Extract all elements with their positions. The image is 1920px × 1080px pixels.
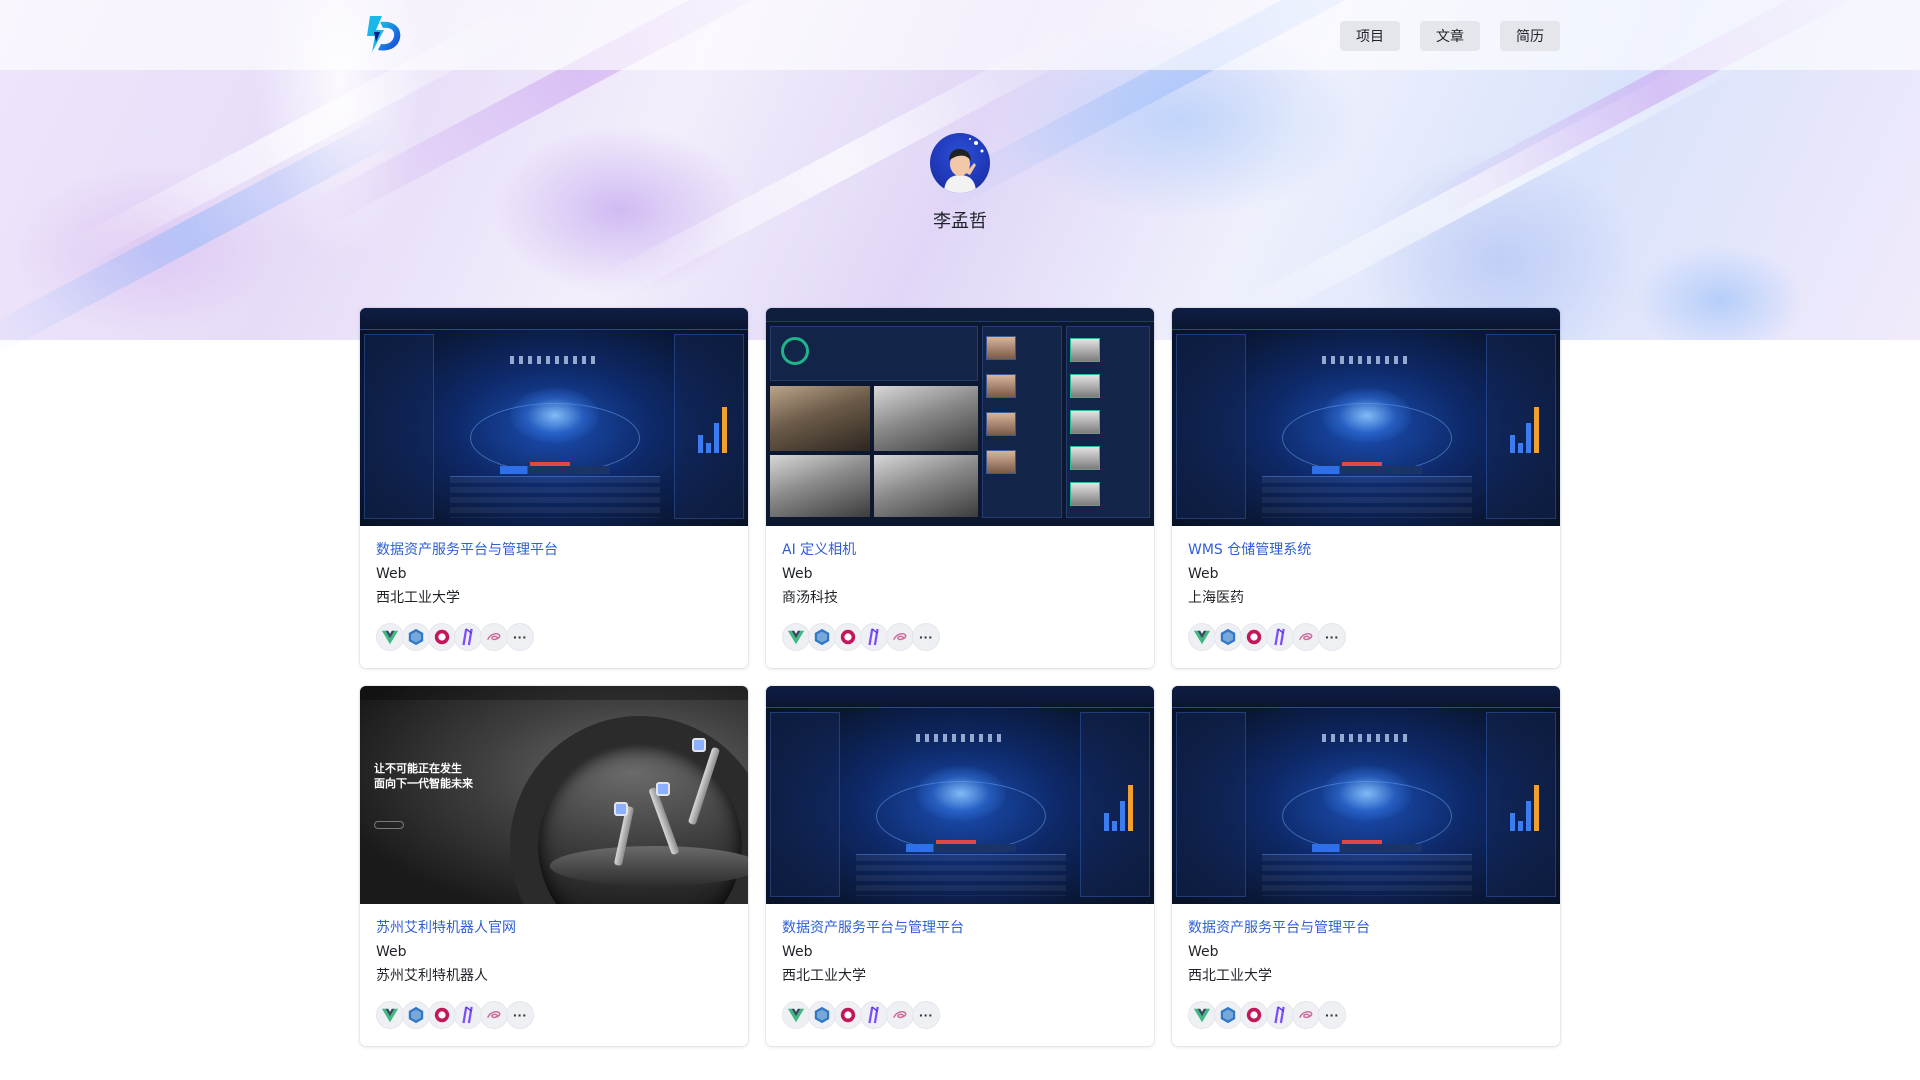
project-thumbnail (766, 308, 1154, 526)
sass-icon (480, 1001, 508, 1029)
typescript-icon (808, 1001, 836, 1029)
tech-stack: ··· (1188, 1001, 1544, 1029)
project-card[interactable]: WMS 仓储管理系统 Web 上海医药 ··· (1172, 308, 1560, 668)
tech-stack: ··· (1188, 623, 1544, 651)
sass-icon (886, 623, 914, 651)
main-nav: 项目 文章 简历 (1340, 21, 1560, 51)
typescript-icon (402, 1001, 430, 1029)
project-title[interactable]: 苏州艾利特机器人官网 (376, 916, 732, 940)
project-title[interactable]: 数据资产服务平台与管理平台 (1188, 916, 1544, 940)
rxjs-icon (428, 623, 456, 651)
project-grid: 数据资产服务平台与管理平台 Web 西北工业大学 ··· AI 定义相机 Web… (360, 308, 1560, 1046)
more-techs-button[interactable]: ··· (912, 623, 940, 651)
project-card[interactable]: 让不可能正在发生 面向下一代智能未来 苏州艾利特机器人官网 Web 苏州艾利特机器… (360, 686, 748, 1046)
project-card[interactable]: 数据资产服务平台与管理平台 Web 西北工业大学 ··· (1172, 686, 1560, 1046)
project-type: Web (782, 566, 813, 582)
sass-icon (480, 623, 508, 651)
rxjs-icon (1240, 623, 1268, 651)
project-title[interactable]: AI 定义相机 (782, 538, 1138, 562)
sass-icon (1292, 623, 1320, 651)
project-organization: 商汤科技 (782, 590, 838, 606)
thumbnail-headline: 让不可能正在发生 面向下一代智能未来 (374, 762, 473, 790)
tech-stack: ··· (782, 1001, 1138, 1029)
project-organization: 西北工业大学 (1188, 968, 1272, 984)
project-title[interactable]: 数据资产服务平台与管理平台 (376, 538, 732, 562)
more-techs-button[interactable]: ··· (506, 623, 534, 651)
top-navigation-bar: 项目 文章 简历 (0, 0, 1920, 70)
more-techs-button[interactable]: ··· (1318, 1001, 1346, 1029)
project-organization: 上海医药 (1188, 590, 1244, 606)
project-card[interactable]: AI 定义相机 Web 商汤科技 ··· (766, 308, 1154, 668)
project-organization: 苏州艾利特机器人 (376, 968, 488, 984)
project-organization: 西北工业大学 (376, 590, 460, 606)
vue-icon (782, 1001, 810, 1029)
more-techs-button[interactable]: ··· (506, 1001, 534, 1029)
vue-icon (1188, 1001, 1216, 1029)
brand-logo[interactable] (360, 14, 404, 54)
vite-icon (1266, 623, 1294, 651)
profile-name: 李孟哲 (933, 211, 987, 232)
tech-stack: ··· (782, 623, 1138, 651)
tech-stack: ··· (376, 1001, 732, 1029)
project-type: Web (1188, 566, 1219, 582)
typescript-icon (808, 623, 836, 651)
rxjs-icon (1240, 1001, 1268, 1029)
project-card[interactable]: 数据资产服务平台与管理平台 Web 西北工业大学 ··· (766, 686, 1154, 1046)
project-thumbnail (1172, 686, 1560, 904)
project-card[interactable]: 数据资产服务平台与管理平台 Web 西北工业大学 ··· (360, 308, 748, 668)
project-type: Web (376, 566, 407, 582)
vue-icon (1188, 623, 1216, 651)
more-techs-button[interactable]: ··· (912, 1001, 940, 1029)
vite-icon (1266, 1001, 1294, 1029)
vue-icon (782, 623, 810, 651)
tech-stack: ··· (376, 623, 732, 651)
vue-icon (376, 623, 404, 651)
vite-icon (860, 623, 888, 651)
rxjs-icon (834, 1001, 862, 1029)
vite-icon (454, 1001, 482, 1029)
vite-icon (860, 1001, 888, 1029)
project-thumbnail (766, 686, 1154, 904)
typescript-icon (402, 623, 430, 651)
nav-articles-button[interactable]: 文章 (1420, 21, 1480, 51)
rxjs-icon (428, 1001, 456, 1029)
project-type: Web (376, 944, 407, 960)
vite-icon (454, 623, 482, 651)
sass-icon (1292, 1001, 1320, 1029)
project-organization: 西北工业大学 (782, 968, 866, 984)
vue-icon (376, 1001, 404, 1029)
avatar (930, 133, 990, 193)
project-title[interactable]: 数据资产服务平台与管理平台 (782, 916, 1138, 940)
nav-resume-button[interactable]: 简历 (1500, 21, 1560, 51)
typescript-icon (1214, 623, 1242, 651)
project-thumbnail: 让不可能正在发生 面向下一代智能未来 (360, 686, 748, 904)
more-techs-button[interactable]: ··· (1318, 623, 1346, 651)
project-type: Web (1188, 944, 1219, 960)
project-type: Web (782, 944, 813, 960)
sass-icon (886, 1001, 914, 1029)
project-title[interactable]: WMS 仓储管理系统 (1188, 538, 1544, 562)
typescript-icon (1214, 1001, 1242, 1029)
rxjs-icon (834, 623, 862, 651)
project-thumbnail (1172, 308, 1560, 526)
project-thumbnail (360, 308, 748, 526)
nav-projects-button[interactable]: 项目 (1340, 21, 1400, 51)
